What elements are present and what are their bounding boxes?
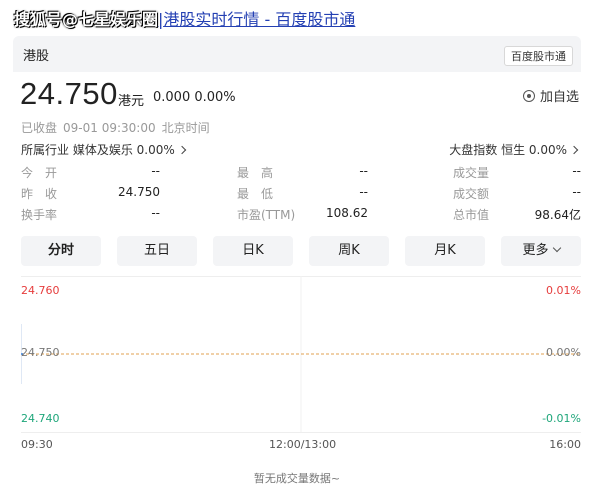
index-value: 恒生 0.00%	[501, 143, 567, 157]
x-tick-close: 16:00	[549, 438, 581, 451]
chevron-right-icon	[569, 145, 579, 155]
industry-value: 媒体及娱乐 0.00%	[72, 143, 175, 157]
intraday-chart: 24.760 24.750 24.740 0.01% 0.00% -0.01% …	[21, 276, 581, 476]
tab-weekly-k[interactable]: 周K	[309, 236, 389, 266]
no-volume-message: 暂无成交量数据~	[253, 472, 341, 485]
stat-market-cap-value: 98.64亿	[534, 208, 581, 222]
stat-pe-label: 市盈(TTM)	[237, 208, 296, 222]
current-price: 24.750	[20, 76, 118, 111]
stat-prev-close-label: 昨 收	[21, 187, 58, 201]
add-watchlist-label: 加自选	[539, 90, 579, 105]
tab-five-day[interactable]: 五日	[117, 236, 197, 266]
chevron-right-icon	[177, 145, 187, 155]
page-title-link[interactable]: |港股实时行情 - 百度股市通	[158, 10, 355, 29]
x-tick-midday: 12:00/13:00	[269, 438, 337, 451]
stat-turnover-label: 成交额	[453, 187, 490, 201]
index-link[interactable]: 大盘指数 恒生 0.00%	[449, 141, 579, 158]
status-timezone: 北京时间	[161, 121, 210, 135]
stat-volume-label: 成交量	[453, 166, 490, 180]
stat-market-cap-label: 总市值	[453, 208, 490, 222]
chart-tabs: 分时 五日 日K 周K 月K 更多	[21, 236, 581, 266]
tab-intraday[interactable]: 分时	[21, 236, 101, 266]
stat-open-value: --	[151, 164, 160, 178]
stat-high-value: --	[359, 164, 368, 178]
card-header: 港股 百度股市通	[13, 36, 581, 72]
chevron-down-icon	[552, 243, 561, 253]
stats-grid: 今 开 -- 最 高 -- 成交量 -- 昨 收 24.750 最 低 -- 成…	[21, 164, 581, 227]
stock-card: 港股 百度股市通 24.750 港元 0.000 0.00% 加自选 已收盘 09…	[13, 36, 581, 502]
tab-more-label: 更多	[522, 243, 549, 258]
market-status: 已收盘 09-01 09:30:00 北京时间	[21, 119, 216, 136]
stat-turnover-rate-value: --	[151, 206, 160, 220]
price-change: 0.000 0.00%	[153, 90, 236, 105]
stat-volume-value: --	[572, 164, 581, 178]
y-tick-mid: 24.750	[21, 346, 60, 359]
stats-row: 换手率 -- 市盈(TTM) 108.62 总市值 98.64亿	[21, 206, 581, 227]
market-label: 港股	[23, 49, 50, 64]
status-datetime: 09-01 09:30:00	[63, 121, 156, 135]
change-percent: 0.00%	[194, 90, 236, 105]
industry-link[interactable]: 所属行业 媒体及娱乐 0.00%	[21, 141, 187, 158]
y-tick-pct-mid: 0.00%	[546, 346, 581, 359]
stat-low-label: 最 低	[237, 187, 274, 201]
x-tick-open: 09:30	[21, 438, 53, 451]
stat-high-label: 最 高	[237, 166, 274, 180]
page-title: 港股实时行情 - 百度股市通	[163, 10, 356, 29]
tab-monthly-k[interactable]: 月K	[405, 236, 485, 266]
stat-turnover-rate-label: 换手率	[21, 208, 58, 222]
change-value: 0.000	[153, 90, 191, 105]
page-title-row: 搜狐号@七星娱乐圈|港股实时行情 - 百度股市通	[14, 6, 355, 30]
stat-low-value: --	[359, 185, 368, 199]
stat-turnover-value: --	[572, 185, 581, 199]
y-tick-pct-high: 0.01%	[546, 284, 581, 297]
industry-label: 所属行业	[21, 143, 70, 157]
source-badge[interactable]: 百度股市通	[504, 46, 573, 66]
y-tick-pct-low: -0.01%	[542, 412, 581, 425]
stats-row: 昨 收 24.750 最 低 -- 成交额 --	[21, 185, 581, 206]
index-label: 大盘指数	[449, 143, 498, 157]
y-tick-low: 24.740	[21, 412, 60, 425]
add-watchlist-button[interactable]: 加自选	[522, 86, 579, 105]
stats-row: 今 开 -- 最 高 -- 成交量 --	[21, 164, 581, 185]
tab-more[interactable]: 更多	[501, 236, 581, 266]
status-text: 已收盘	[21, 121, 58, 135]
stat-open-label: 今 开	[21, 166, 58, 180]
watermark-text: 搜狐号@七星娱乐圈	[14, 10, 159, 29]
stat-prev-close-value: 24.750	[118, 185, 160, 199]
y-tick-high: 24.760	[21, 284, 60, 297]
target-icon	[522, 90, 535, 102]
tab-daily-k[interactable]: 日K	[213, 236, 293, 266]
stat-pe-value: 108.62	[326, 206, 368, 220]
currency-label: 港元	[118, 94, 145, 109]
